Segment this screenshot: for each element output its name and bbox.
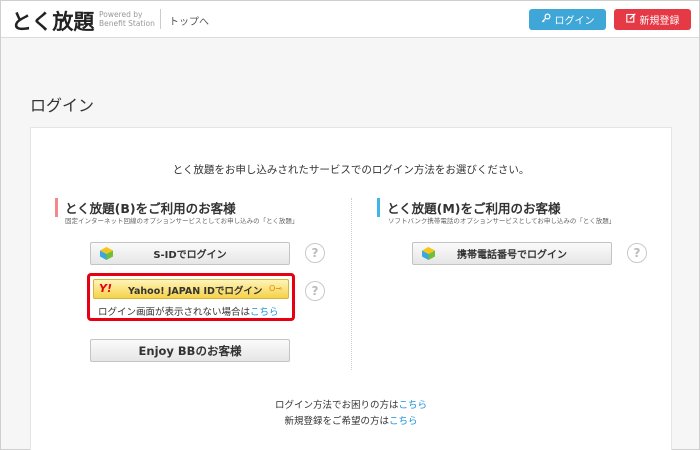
header-login-label: ログイン (554, 16, 595, 27)
phone-login-button[interactable]: 携帯電話番号でログイン (412, 242, 612, 265)
help-mark: ? (311, 284, 319, 298)
login-trouble-link[interactable]: こちら (399, 400, 428, 411)
sid-help-icon[interactable]: ? (305, 243, 325, 263)
yahoo-login-highlight: Y! Yahoo! JAPAN IDでログイン O⊸ ログイン画面が表示されない… (87, 273, 295, 321)
login-trouble-line: ログイン方法でお困りの方はこちら (31, 397, 671, 411)
header-register-button[interactable]: 新規登録 (614, 9, 691, 30)
site-logo[interactable]: とく放題 (11, 6, 94, 36)
page-title: ログイン (30, 96, 95, 115)
yahoo-login-label: Yahoo! JAPAN IDでログイン (128, 286, 263, 297)
intro-text: とく放題をお申し込みされたサービスでのログイン方法をお選びください。 (172, 164, 530, 176)
phone-help-icon[interactable]: ? (627, 243, 647, 263)
yahoo-fallback-link[interactable]: こちら (250, 307, 279, 318)
yahoo-fallback-note: ログイン画面が表示されない場合はこちら (98, 304, 279, 318)
register-link[interactable]: こちら (389, 416, 418, 427)
cube-icon (99, 246, 114, 261)
phone-login-label: 携帯電話番号でログイン (457, 250, 567, 261)
yahoo-help-icon[interactable]: ? (305, 281, 325, 301)
site-header: とく放題 Powered by Benefit Station トップへ ログイ… (1, 1, 699, 38)
login-trouble-text: ログイン方法でお困りの方は (274, 400, 399, 411)
column-b-subtitle: 固定インターネット回線のオプションサービスとしてお申し込みの「とく放題」 (65, 217, 299, 225)
register-text: 新規登録をご希望の方は (284, 416, 389, 427)
register-line: 新規登録をご希望の方はこちら (31, 413, 671, 427)
header-register-label: 新規登録 (639, 16, 680, 27)
help-mark: ? (633, 246, 641, 260)
column-divider (351, 198, 352, 370)
top-page-link[interactable]: トップへ (169, 13, 209, 28)
yahoo-login-button[interactable]: Y! Yahoo! JAPAN IDでログイン O⊸ (93, 279, 289, 299)
enjoy-bb-button[interactable]: Enjoy BBのお客様 (90, 339, 290, 362)
help-mark: ? (311, 246, 319, 260)
key-icon (541, 13, 551, 26)
sid-login-label: S-IDでログイン (153, 250, 227, 261)
edit-icon (625, 13, 636, 26)
key-icon: O⊸ (269, 284, 282, 293)
yahoo-note-text: ログイン画面が表示されない場合は (98, 307, 251, 318)
yahoo-logo-icon: Y! (99, 282, 112, 295)
header-login-button[interactable]: ログイン (529, 9, 606, 30)
sid-login-button[interactable]: S-IDでログイン (90, 242, 290, 265)
cube-icon (421, 246, 436, 261)
enjoy-bb-label: Enjoy BBのお客様 (138, 343, 242, 358)
column-m-subtitle: ソフトバンク携帯電話のオプションサービスとしてお申し込みの「とく放題」 (388, 217, 616, 225)
login-panel: とく放題をお申し込みされたサービスでのログイン方法をお選びください。 とく放題(… (30, 127, 672, 450)
header-divider (160, 9, 161, 29)
logo-powered-by: Powered by Benefit Station (99, 10, 155, 28)
